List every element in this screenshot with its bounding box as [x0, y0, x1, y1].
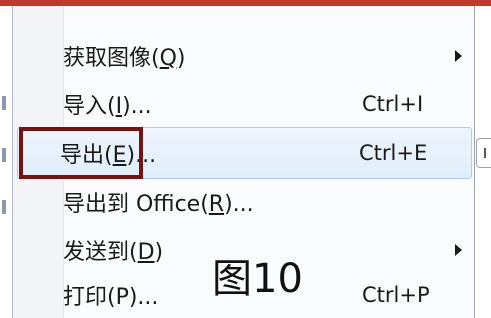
menu-item-shortcut: Ctrl+I: [362, 92, 424, 116]
menu-item-label: 打印(P)...: [63, 285, 159, 310]
edge-scroll-tab[interactable]: [476, 138, 491, 168]
left-background-strip: [0, 6, 12, 318]
menu-item-acquire-image[interactable]: 获取图像(Q): [17, 30, 472, 82]
menu-item-shortcut: Ctrl+P: [362, 283, 430, 307]
submenu-arrow-icon: [455, 244, 462, 256]
menu-item-label: 导出(E)...: [60, 143, 157, 168]
menu-item-export[interactable]: 导出(E)... Ctrl+E: [17, 127, 472, 179]
background-tick: [2, 96, 6, 110]
background-tick: [2, 148, 6, 162]
menu-item-import[interactable]: 导入(I)... Ctrl+I: [17, 78, 472, 130]
background-tick: [2, 200, 6, 214]
submenu-arrow-icon: [455, 50, 462, 62]
menu-item-export-to-office[interactable]: 导出到 Office(R)...: [17, 176, 472, 228]
menu-item-label: 发送到(D): [63, 240, 164, 265]
menu-item-label: 获取图像(Q): [63, 46, 186, 71]
menu-item-label: 导入(I)...: [63, 94, 152, 119]
figure-caption: 图10: [212, 256, 303, 302]
menu-item-label: 导出到 Office(R)...: [63, 192, 254, 217]
menu-item-shortcut: Ctrl+E: [359, 141, 428, 165]
